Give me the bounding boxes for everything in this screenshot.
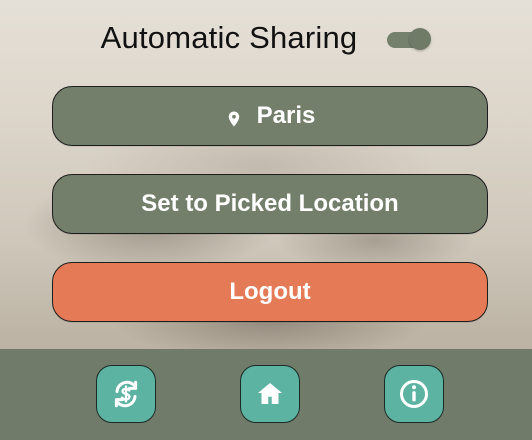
home-nav-button[interactable]: [240, 365, 300, 423]
current-location-button[interactable]: Paris: [52, 86, 488, 146]
current-location-label: Paris: [256, 102, 316, 129]
sync-currency-icon: [106, 374, 146, 414]
logout-button[interactable]: Logout: [52, 262, 488, 322]
info-icon: [397, 377, 431, 411]
home-icon: [253, 377, 287, 411]
info-nav-button[interactable]: [384, 365, 444, 423]
automatic-sharing-label: Automatic Sharing: [100, 20, 358, 55]
automatic-sharing-toggle[interactable]: [387, 28, 432, 50]
set-picked-location-button[interactable]: Set to Picked Location: [52, 174, 488, 234]
sync-nav-button[interactable]: [96, 365, 156, 423]
location-pin-icon: [225, 107, 243, 127]
logout-label: Logout: [229, 278, 311, 305]
automatic-sharing-row: Automatic Sharing: [0, 18, 532, 58]
set-picked-location-label: Set to Picked Location: [141, 190, 399, 217]
toggle-thumb: [409, 28, 432, 50]
